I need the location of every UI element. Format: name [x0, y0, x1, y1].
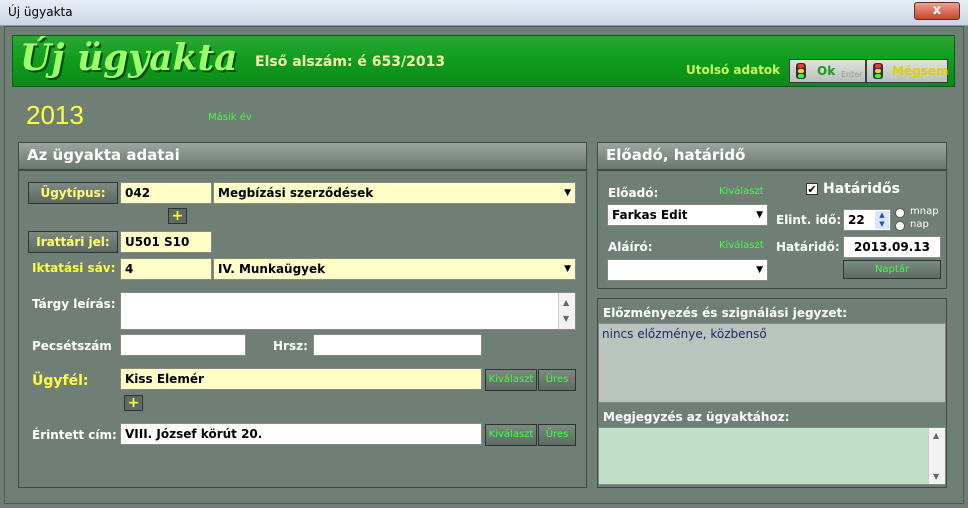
- client-clear-button[interactable]: Üres: [538, 369, 576, 391]
- subject-label: Tárgy leírás:: [32, 297, 116, 311]
- signer-select-link[interactable]: Kiválaszt: [719, 240, 764, 251]
- first-subnumber: Első alszám: é 653/2013: [255, 54, 446, 70]
- address-clear-button[interactable]: Üres: [538, 424, 576, 446]
- scroll-up-icon: ▲: [563, 298, 570, 307]
- traffic-light-icon: [873, 63, 883, 79]
- hrsz-input[interactable]: [313, 334, 482, 356]
- deadline-checkbox-label: Határidős: [823, 181, 900, 197]
- add-case-type-button[interactable]: +: [168, 208, 187, 224]
- processing-time-label: Elint. idő:: [776, 213, 842, 227]
- cancel-label: Mégsem: [892, 64, 949, 78]
- year-display: 2013: [26, 100, 84, 130]
- presenter-label: Előadó:: [608, 186, 659, 200]
- subject-textarea[interactable]: ▲ ▼: [120, 292, 576, 330]
- presenter-select[interactable]: Farkas Edit ▼: [607, 204, 768, 226]
- history-title: Előzményezés és szignálási jegyzet:: [603, 306, 848, 320]
- deadline-checkbox[interactable]: ✔: [806, 183, 818, 195]
- chevron-down-icon: ▼: [564, 188, 571, 198]
- client-select-button[interactable]: Kiválaszt: [485, 369, 537, 391]
- scroll-down-icon: ▼: [933, 472, 940, 481]
- case-type-value: Megbízási szerződések: [218, 186, 374, 200]
- add-client-button[interactable]: +: [124, 395, 143, 411]
- other-year-link[interactable]: Másik év: [208, 112, 252, 123]
- signer-select[interactable]: ▼: [607, 259, 768, 281]
- presenter-select-link[interactable]: Kiválaszt: [719, 186, 764, 197]
- spinner-arrows-icon[interactable]: ▲ ▼: [875, 211, 889, 229]
- workday-label: mnap: [910, 206, 939, 217]
- registry-select[interactable]: IV. Munkaügyek ▼: [213, 258, 576, 280]
- chevron-down-icon: ▼: [564, 264, 571, 274]
- processing-time-stepper[interactable]: 22 ▲ ▼: [843, 209, 891, 231]
- signer-label: Aláíró:: [608, 240, 653, 254]
- workday-radio[interactable]: [895, 208, 905, 218]
- checkmark-icon: ✔: [807, 183, 817, 196]
- registry-code-input[interactable]: 4: [120, 258, 212, 280]
- close-button[interactable]: x: [914, 2, 960, 20]
- traffic-light-icon: [796, 63, 806, 79]
- page-title: Új ügyakta: [20, 37, 238, 79]
- day-label: nap: [910, 219, 929, 230]
- presenter-value: Farkas Edit: [612, 208, 688, 222]
- calendar-button[interactable]: Naptár: [843, 260, 941, 279]
- stamp-input[interactable]: [120, 334, 246, 356]
- address-label: Érintett cím:: [32, 428, 117, 442]
- presenter-deadline-title: Előadó, határidő: [598, 143, 946, 171]
- deadline-label: Határidő:: [776, 240, 840, 254]
- case-data-title: Az ügyakta adatai: [19, 143, 586, 171]
- history-textarea[interactable]: nincs előzménye, közbenső: [598, 323, 946, 403]
- scroll-up-icon: ▲: [933, 431, 940, 440]
- registry-label: Iktatási sáv:: [32, 261, 116, 275]
- window-title: Új ügyakta: [8, 5, 73, 19]
- case-type-code-input[interactable]: 042: [120, 182, 212, 204]
- chevron-down-icon: ▼: [756, 210, 763, 220]
- cancel-button[interactable]: Mégsem: [866, 59, 948, 83]
- title-bar: [0, 0, 968, 26]
- remark-textarea[interactable]: ▲ ▼: [598, 427, 946, 485]
- address-select-button[interactable]: Kiválaszt: [485, 424, 537, 446]
- registry-value: IV. Munkaügyek: [218, 262, 326, 276]
- case-type-button[interactable]: Ügytípus:: [28, 182, 118, 204]
- stamp-label: Pecsétszám: [32, 339, 112, 353]
- client-input[interactable]: Kiss Elemér: [120, 368, 482, 390]
- client-label: Ügyfél:: [32, 373, 89, 389]
- ok-button[interactable]: Ok Enter: [789, 59, 866, 83]
- filing-mark-button[interactable]: Irattári jel:: [28, 231, 118, 253]
- remark-title: Megjegyzés az ügyaktához:: [603, 410, 790, 424]
- day-radio[interactable]: [895, 221, 905, 231]
- processing-time-value: 22: [848, 213, 865, 227]
- case-type-select[interactable]: Megbízási szerződések ▼: [213, 182, 576, 204]
- scroll-down-icon: ▼: [563, 314, 570, 323]
- enter-hint: Enter: [841, 70, 863, 79]
- subject-scrollbar[interactable]: ▲ ▼: [558, 293, 575, 329]
- last-data-link[interactable]: Utolsó adatok: [686, 63, 780, 77]
- deadline-input[interactable]: 2013.09.13: [843, 236, 941, 258]
- address-input[interactable]: VIII. József körút 20.: [120, 423, 482, 445]
- remark-scrollbar[interactable]: ▲ ▼: [928, 428, 945, 484]
- ok-label: Ok: [817, 64, 836, 78]
- filing-mark-input[interactable]: U501 S10: [120, 231, 212, 253]
- chevron-down-icon: ▼: [756, 265, 763, 275]
- hrsz-label: Hrsz:: [273, 339, 308, 353]
